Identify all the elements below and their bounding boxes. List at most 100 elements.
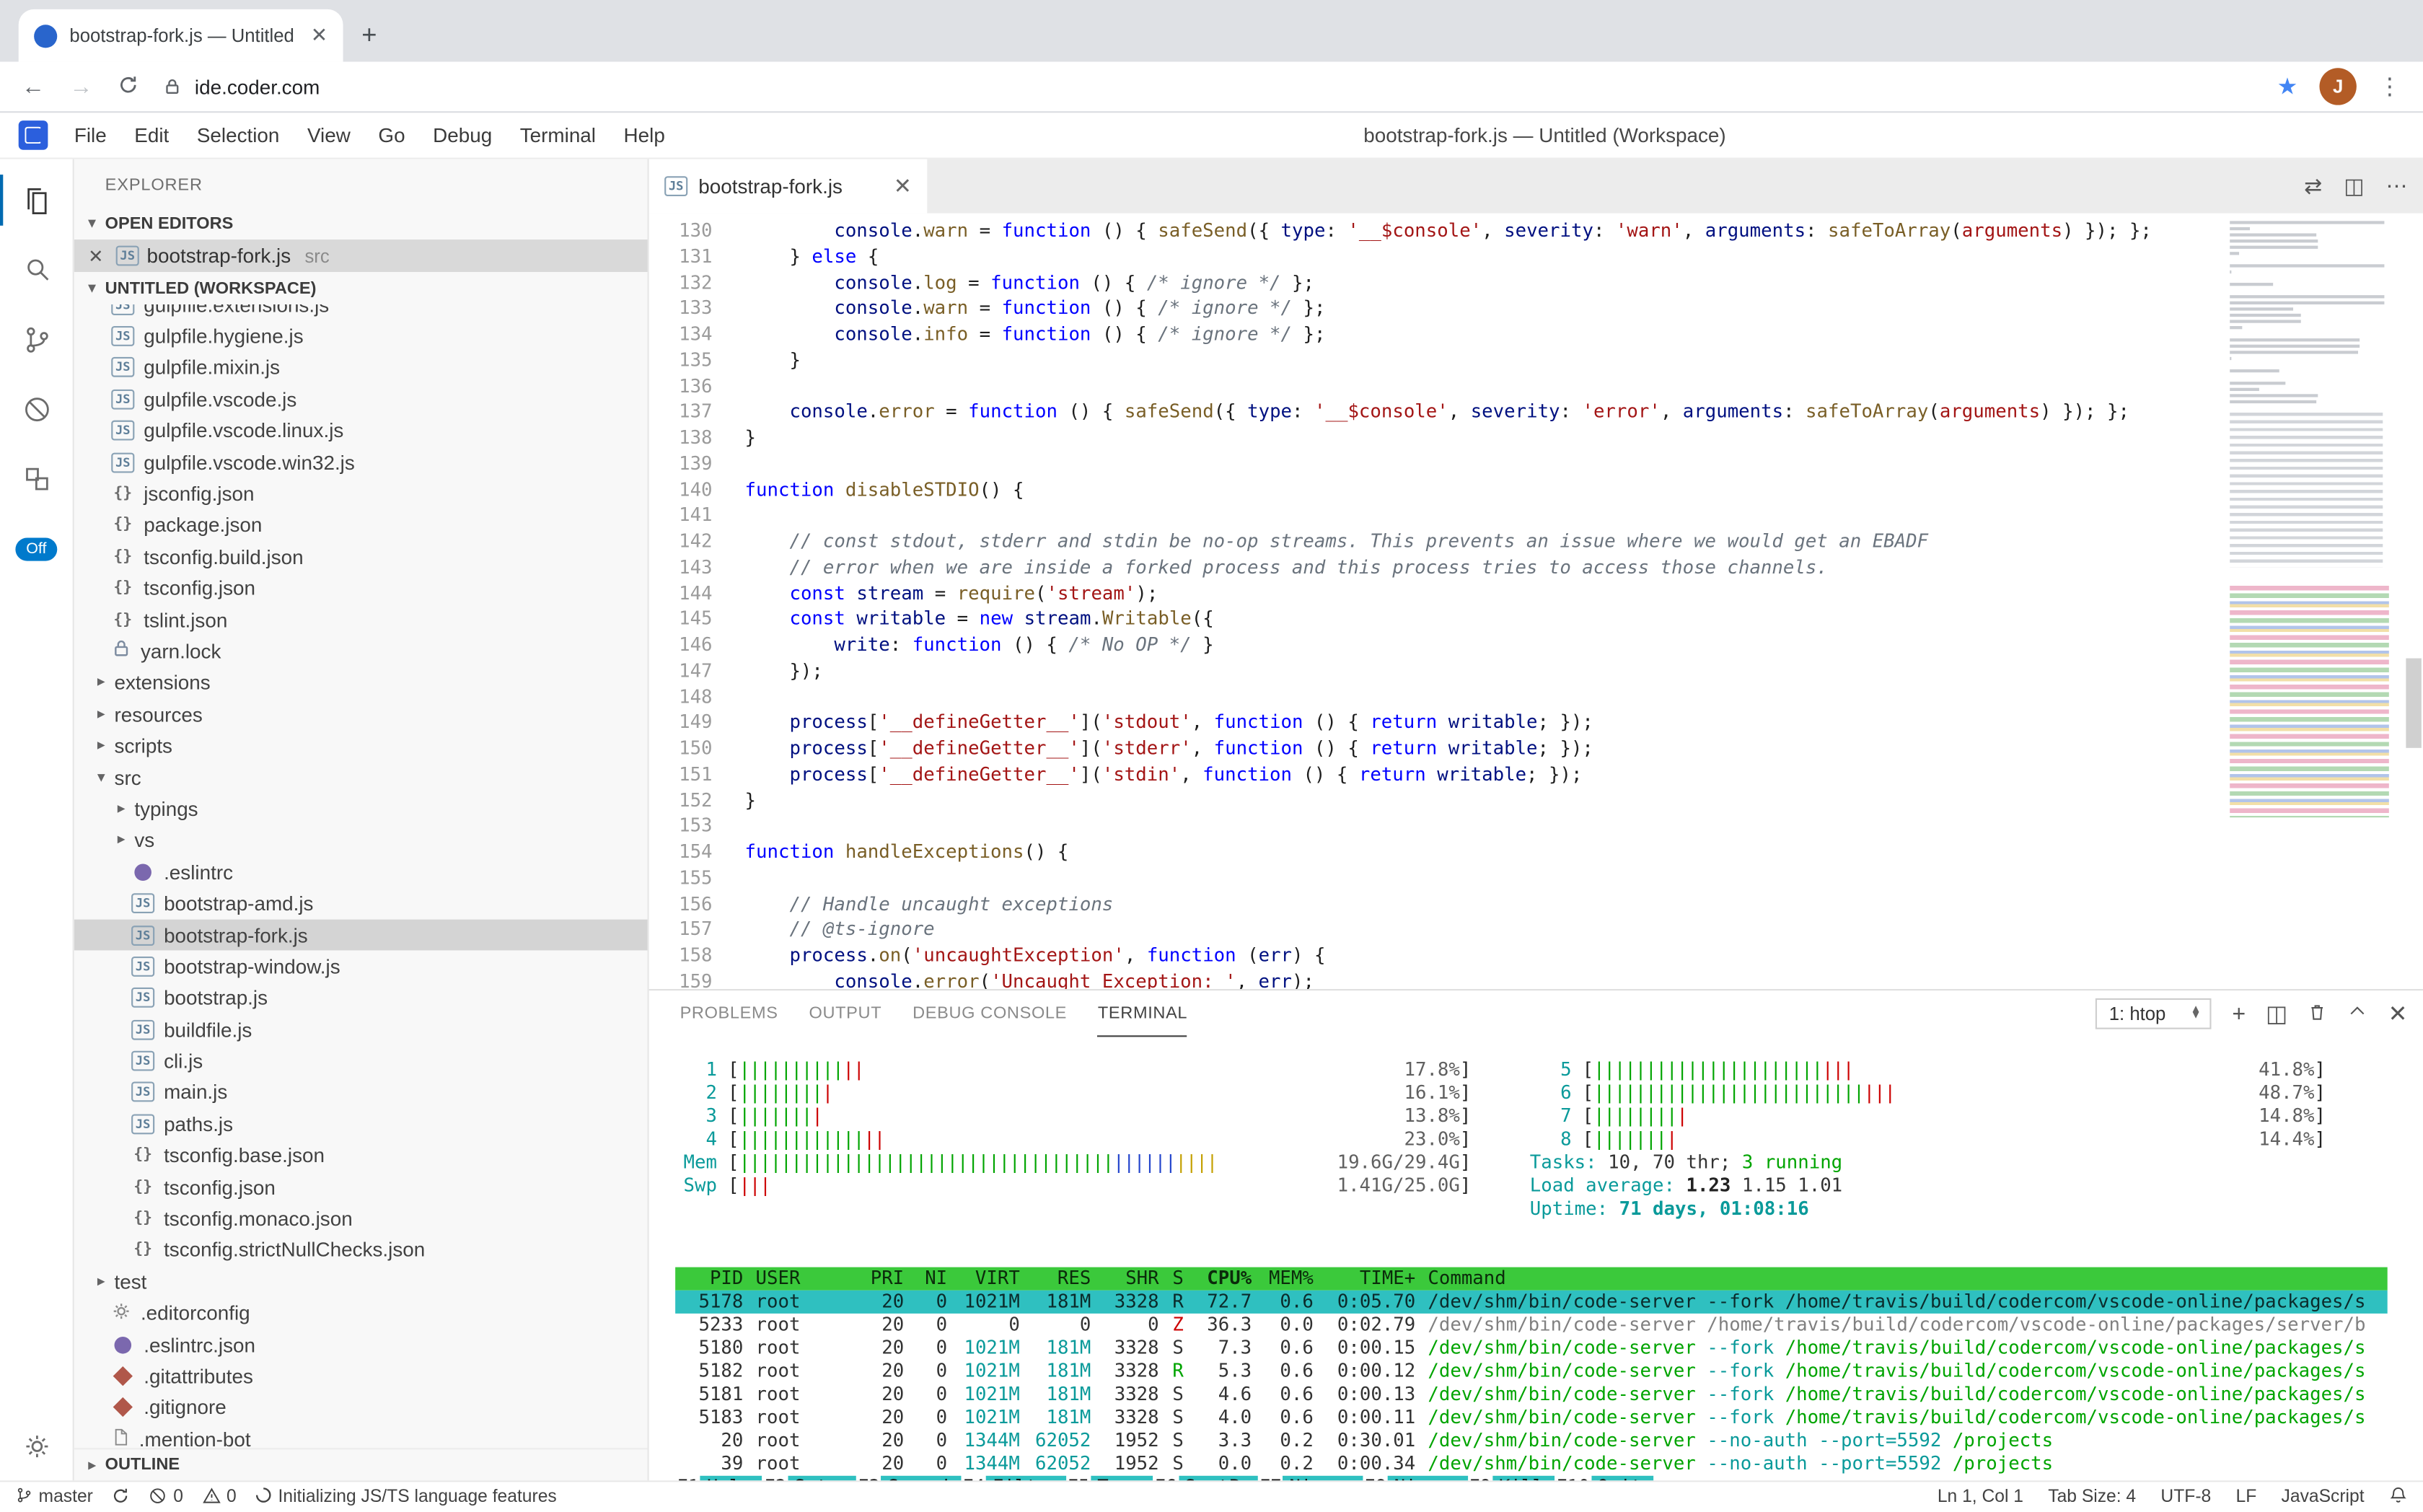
menu-terminal[interactable]: Terminal [506,123,610,146]
tree-file-gulpfile.vscode.linux.js[interactable]: JSgulpfile.vscode.linux.js [74,415,648,447]
split-terminal-icon[interactable]: ◫ [2266,1002,2287,1025]
htop-key-f7[interactable]: F7 [1258,1476,1283,1480]
terminal-output[interactable]: 1[||||||||||||17.8%]2[|||||||||16.1%]3[|… [649,1037,2423,1480]
status-sync-l1[interactable] [112,1486,131,1509]
tree-file-yarn.lock[interactable]: yarn.lock [74,636,648,667]
tree-file-tsconfig.json[interactable]: {}tsconfig.json [74,1172,648,1203]
htop-key-f2[interactable]: F2 [762,1476,788,1480]
menu-file[interactable]: File [61,123,120,146]
settings-gear-icon[interactable] [0,1411,74,1480]
tree-file-bootstrap.js[interactable]: JSbootstrap.js [74,983,648,1014]
htop-key-f9[interactable]: F9 [1467,1476,1492,1480]
menu-go[interactable]: Go [364,123,419,146]
process-row-5182[interactable]: 5182root2001021M181M3328R5.30.60:00.12/d… [675,1360,2388,1383]
tree-folder-extensions[interactable]: ▸extensions [74,667,648,699]
source-control-icon[interactable] [0,304,74,374]
explorer-activity-icon[interactable] [0,165,74,234]
extensions-icon[interactable] [0,444,74,513]
tree-file-buildfile.js[interactable]: JSbuildfile.js [74,1014,648,1045]
panel-tab-problems[interactable]: PROBLEMS [680,990,778,1037]
tree-file-jsconfig.json[interactable]: {}jsconfig.json [74,478,648,510]
telemetry-off-badge[interactable]: Off [15,537,57,561]
tree-file-gulpfile.vscode.js[interactable]: JSgulpfile.vscode.js [74,384,648,416]
tree-file-gulpfile.vscode.win32.js[interactable]: JSgulpfile.vscode.win32.js [74,447,648,478]
status-item-r3[interactable]: LF [2236,1488,2257,1507]
process-row-5183[interactable]: 5183root2001021M181M3328S4.00.60:00.11/d… [675,1406,2388,1429]
tree-folder-resources[interactable]: ▸resources [74,698,648,730]
outline-header[interactable]: ▸ OUTLINE [74,1448,648,1480]
open-editors-header[interactable]: ▾ OPEN EDITORS [74,207,648,239]
tree-file-.editorconfig[interactable]: .editorconfig [74,1297,648,1329]
status-item-r2[interactable]: UTF-8 [2160,1488,2211,1507]
close-icon[interactable]: ✕ [88,245,108,267]
tree-file-package.json[interactable]: {}package.json [74,509,648,541]
tree-folder-scripts[interactable]: ▸scripts [74,730,648,762]
status-item-r1[interactable]: Tab Size: 4 [2048,1488,2136,1507]
editor-more-actions-icon[interactable]: ⋯ [2386,173,2408,199]
tree-file-tslint.json[interactable]: {}tslint.json [74,604,648,636]
status-branch-l0[interactable]: master [15,1485,92,1510]
open-changes-icon[interactable]: ⇄ [2304,173,2322,199]
tree-file-tsconfig.strictNullChecks.json[interactable]: {}tsconfig.strictNullChecks.json [74,1234,648,1266]
panel-tab-terminal[interactable]: TERMINAL [1098,990,1187,1037]
status-item-r0[interactable]: Ln 1, Col 1 [1938,1488,2023,1507]
tree-file-gulpfile.extensions.js[interactable]: JSgulpfile.extensions.js [74,304,648,320]
tree-file-main.js[interactable]: JSmain.js [74,1077,648,1109]
panel-tab-output[interactable]: OUTPUT [809,990,882,1037]
tree-file-tsconfig.base.json[interactable]: {}tsconfig.base.json [74,1140,648,1172]
code-editor[interactable]: 1301311321331341351361371381391401411421… [649,214,2423,989]
tab-close-icon[interactable]: ✕ [894,173,912,199]
status-spinner-l4[interactable]: Initializing JS/TS language features [255,1487,556,1508]
back-icon[interactable]: ← [22,75,45,98]
tree-folder-src[interactable]: ▾src [74,762,648,794]
tree-folder-test[interactable]: ▸test [74,1266,648,1298]
menu-view[interactable]: View [294,123,364,146]
debug-disabled-icon[interactable] [0,374,74,443]
status-error-l2[interactable]: 0 [149,1486,183,1509]
process-row-39[interactable]: 39root2001344M620521952S0.00.20:00.34/de… [675,1453,2388,1476]
htop-key-f6[interactable]: F6 [1153,1476,1178,1480]
status-bell-r5[interactable] [2389,1485,2408,1510]
tree-file-.gitignore[interactable]: .gitignore [74,1392,648,1423]
tree-file-tsconfig.json[interactable]: {}tsconfig.json [74,573,648,605]
tree-file-gulpfile.mixin.js[interactable]: JSgulpfile.mixin.js [74,352,648,384]
htop-key-f8[interactable]: F8 [1363,1476,1388,1480]
maximize-panel-icon[interactable] [2348,1001,2368,1026]
editor-tab-bootstrap-fork[interactable]: JS bootstrap-fork.js ✕ [649,159,928,214]
panel-tab-debug-console[interactable]: DEBUG CONSOLE [913,990,1067,1037]
new-tab-button[interactable]: + [361,22,377,48]
htop-key-f4[interactable]: F4 [961,1476,986,1480]
tree-file-gulpfile.hygiene.js[interactable]: JSgulpfile.hygiene.js [74,320,648,352]
process-row-5178[interactable]: 5178root2001021M181M3328R72.70.60:05.70/… [675,1291,2388,1314]
tree-file-tsconfig.monaco.json[interactable]: {}tsconfig.monaco.json [74,1203,648,1234]
tree-folder-vs[interactable]: ▸vs [74,825,648,856]
browser-menu-icon[interactable]: ⋮ [2378,73,2401,101]
address-bar[interactable]: ide.coder.com [164,75,2252,98]
split-editor-icon[interactable]: ◫ [2344,173,2364,199]
menu-selection[interactable]: Selection [183,123,294,146]
htop-key-f5[interactable]: F5 [1065,1476,1091,1480]
menu-debug[interactable]: Debug [419,123,506,146]
tree-file-bootstrap-window.js[interactable]: JSbootstrap-window.js [74,951,648,983]
tree-file-cli.js[interactable]: JScli.js [74,1045,648,1077]
htop-key-f10[interactable]: F10 [1554,1476,1591,1480]
status-warning-l3[interactable]: 0 [202,1486,237,1509]
editor-scrollbar-thumb[interactable] [2406,659,2421,748]
htop-key-f3[interactable]: F3 [856,1476,881,1480]
reload-icon[interactable] [118,74,139,100]
terminal-select[interactable]: 1: htop ▲▼ [2095,998,2212,1029]
minimap[interactable] [2230,214,2403,818]
process-row-5180[interactable]: 5180root2001021M181M3328S7.30.60:00.15/d… [675,1337,2388,1360]
status-item-r4[interactable]: JavaScript [2282,1488,2365,1507]
process-row-5233[interactable]: 5233root200000Z36.30.00:02.79/dev/shm/bi… [675,1314,2388,1337]
tree-folder-typings[interactable]: ▸typings [74,793,648,825]
workspace-header[interactable]: ▾ UNTITLED (WORKSPACE) [74,272,648,304]
open-editor-item[interactable]: ✕ JS bootstrap-fork.js src [74,239,648,272]
tree-file-.eslintrc[interactable]: .eslintrc [74,856,648,888]
search-icon[interactable] [0,235,74,304]
tree-file-.gitattributes[interactable]: .gitattributes [74,1361,648,1392]
tree-file-paths.js[interactable]: JSpaths.js [74,1108,648,1140]
bookmark-star-icon[interactable]: ★ [2277,73,2298,101]
forward-icon[interactable]: → [69,75,92,98]
tree-file-bootstrap-fork.js[interactable]: JSbootstrap-fork.js [74,919,648,951]
